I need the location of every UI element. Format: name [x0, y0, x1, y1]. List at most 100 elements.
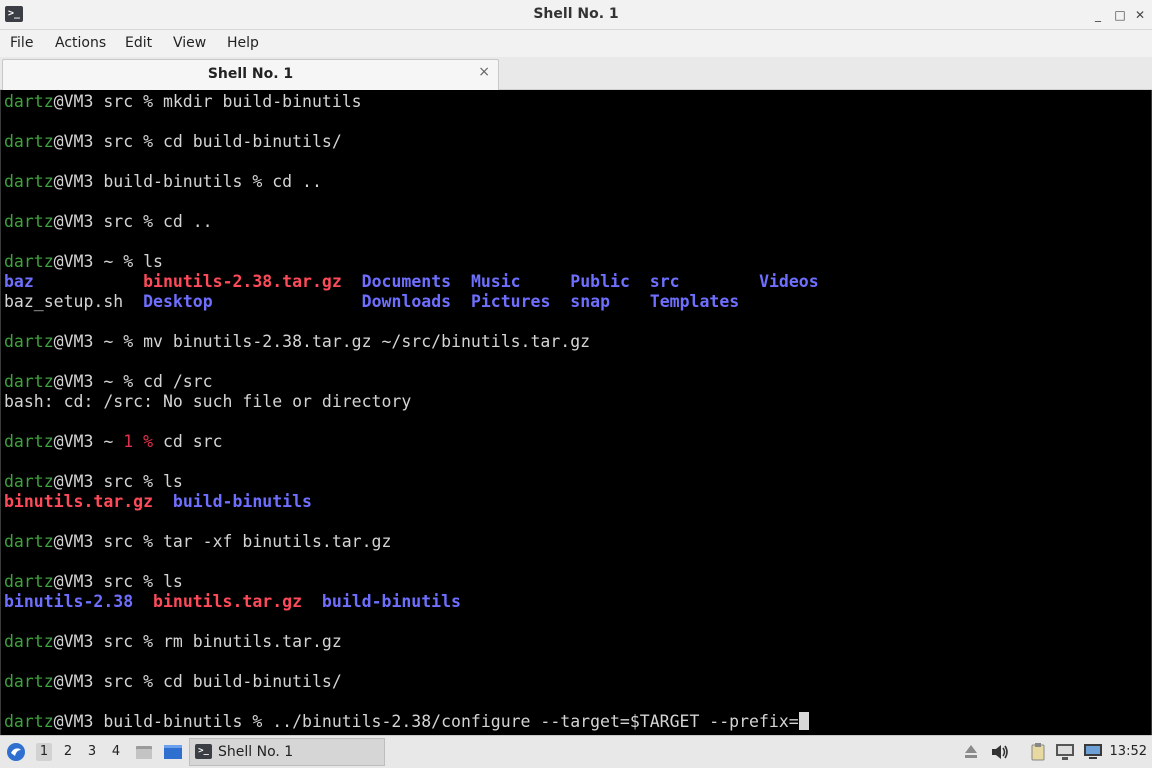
terminal-text: build-binutils — [321, 592, 461, 611]
terminal-line: binutils-2.38 binutils.tar.gz build-binu… — [4, 592, 461, 612]
menu-bar: File Actions Edit View Help — [0, 30, 1152, 57]
terminal-text: dartz — [4, 472, 54, 491]
terminal-text: dartz — [4, 672, 54, 691]
show-desktop-icon[interactable] — [163, 743, 183, 761]
terminal-line: dartz@VM3 src % tar -xf binutils.tar.gz — [4, 532, 391, 552]
terminal-line: dartz@VM3 src % cd .. — [4, 212, 213, 232]
terminal-line: dartz@VM3 src % cd build-binutils/ — [4, 672, 342, 692]
workspace-2[interactable]: 2 — [60, 743, 76, 761]
minimize-button[interactable]: _ — [1088, 5, 1108, 25]
terminal-line: baz binutils-2.38.tar.gz Documents Music… — [4, 272, 819, 292]
terminal-line: bash: cd: /src: No such file or director… — [4, 392, 411, 412]
terminal-text: baz_setup.sh — [4, 292, 124, 311]
terminal-text: @VM3 ~ % cd /src — [53, 372, 213, 391]
terminal-line: dartz@VM3 build-binutils % cd .. — [4, 172, 322, 192]
taskbar-shell-button[interactable]: >_ Shell No. 1 — [189, 738, 385, 766]
terminal-line: dartz@VM3 ~ 1 % cd src — [4, 432, 223, 452]
menu-view[interactable]: View — [173, 35, 206, 51]
menu-file[interactable]: File — [10, 35, 33, 51]
menu-actions[interactable]: Actions — [55, 35, 106, 51]
menu-help[interactable]: Help — [227, 35, 259, 51]
volume-icon[interactable] — [990, 743, 1010, 761]
terminal-line: dartz@VM3 build-binutils % ../binutils-2… — [4, 712, 809, 732]
terminal-text: dartz — [4, 572, 54, 591]
terminal-line: dartz@VM3 src % ls — [4, 572, 183, 592]
file-manager-icon[interactable] — [134, 742, 154, 762]
workspace-4[interactable]: 4 — [108, 743, 124, 761]
terminal-text: @VM3 ~ % mv binutils-2.38.tar.gz ~/src/b… — [53, 332, 591, 351]
window-title: Shell No. 1 — [533, 6, 619, 22]
terminal-text: baz — [4, 272, 34, 291]
terminal-text: Desktop — [143, 292, 213, 311]
terminal-text: Videos — [759, 272, 819, 291]
terminal-text: dartz — [4, 712, 54, 731]
terminal-text: Documents — [361, 272, 452, 291]
eject-icon[interactable] — [963, 743, 979, 761]
terminal-text: dartz — [4, 132, 54, 151]
terminal-window: >_ Shell No. 1 _ □ ✕ File Actions Edit V… — [0, 0, 1152, 768]
terminal-text: @VM3 src % cd .. — [53, 212, 213, 231]
terminal-text: dartz — [4, 92, 54, 111]
terminal-text: @VM3 src % ls — [53, 572, 183, 591]
terminal-text: 1 % — [123, 432, 154, 451]
terminal-text: binutils-2.38 — [4, 592, 134, 611]
terminal-text: build-binutils — [172, 492, 312, 511]
terminal-text: binutils.tar.gz — [4, 492, 154, 511]
terminal-text: @VM3 src % rm binutils.tar.gz — [53, 632, 342, 651]
close-button[interactable]: ✕ — [1130, 5, 1150, 25]
terminal-text: binutils.tar.gz — [153, 592, 303, 611]
clock: 13:52 — [1109, 744, 1147, 759]
taskbar: 1 2 3 4 >_ Shell No. 1 13:52 — [0, 735, 1152, 768]
start-menu-icon[interactable] — [6, 742, 26, 762]
terminal-text: @VM3 src % mkdir build-binutils — [53, 92, 362, 111]
network-icon[interactable] — [1055, 743, 1075, 761]
maximize-button[interactable]: □ — [1110, 5, 1130, 25]
terminal-text: cd src — [153, 432, 223, 451]
terminal-text: dartz — [4, 532, 54, 551]
terminal-text: dartz — [4, 632, 54, 651]
terminal-text: dartz — [4, 212, 54, 231]
terminal-text: @VM3 src % ls — [53, 472, 183, 491]
terminal-text: @VM3 src % cd build-binutils/ — [53, 672, 342, 691]
terminal-line: dartz@VM3 src % cd build-binutils/ — [4, 132, 342, 152]
taskbar-shell-label: Shell No. 1 — [218, 744, 294, 760]
menu-edit[interactable]: Edit — [125, 35, 152, 51]
terminal-line: dartz@VM3 ~ % mv binutils-2.38.tar.gz ~/… — [4, 332, 590, 352]
terminal-text: dartz — [4, 172, 54, 191]
terminal-line: dartz@VM3 src % rm binutils.tar.gz — [4, 632, 342, 652]
terminal-text: binutils-2.38.tar.gz — [143, 272, 342, 291]
terminal-icon: >_ — [195, 744, 212, 759]
clipboard-icon[interactable] — [1028, 742, 1048, 762]
terminal-text: Templates — [649, 292, 740, 311]
display-icon[interactable] — [1083, 743, 1103, 761]
terminal-text: dartz — [4, 332, 54, 351]
tab-shell-1[interactable]: Shell No. 1 × — [2, 59, 499, 90]
terminal-line: dartz@VM3 src % ls — [4, 472, 183, 492]
text-cursor — [798, 712, 809, 730]
workspace-1[interactable]: 1 — [36, 743, 52, 761]
terminal-text: @VM3 ~ % ls — [53, 252, 163, 271]
terminal-text: @VM3 ~ — [53, 432, 124, 451]
tab-close-icon[interactable]: × — [478, 64, 490, 80]
terminal-text: dartz — [4, 432, 54, 451]
terminal-text: @VM3 build-binutils % cd .. — [53, 172, 322, 191]
workspace-3[interactable]: 3 — [84, 743, 100, 761]
terminal-text: @VM3 src % cd build-binutils/ — [53, 132, 342, 151]
terminal-area[interactable]: dartz@VM3 src % mkdir build-binutils dart… — [0, 90, 1152, 735]
terminal-text: Pictures — [470, 292, 551, 311]
terminal-text: Downloads — [361, 292, 452, 311]
title-bar[interactable]: >_ Shell No. 1 _ □ ✕ — [0, 0, 1152, 30]
terminal-text: @VM3 src % tar -xf binutils.tar.gz — [53, 532, 392, 551]
terminal-text: Music — [470, 272, 521, 291]
terminal-line: binutils.tar.gz build-binutils — [4, 492, 312, 512]
